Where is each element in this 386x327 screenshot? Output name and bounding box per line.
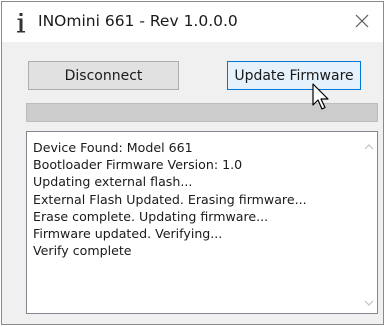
scroll-down-button[interactable] [360, 292, 377, 309]
close-icon [355, 13, 369, 32]
scroll-up-button[interactable] [360, 136, 377, 153]
info-icon [16, 12, 26, 34]
log-line: Verify complete [33, 243, 132, 259]
log-line: Device Found: Model 661 [33, 140, 193, 155]
log-output[interactable]: Device Found: Model 661 Bootloader Firmw… [26, 131, 378, 314]
log-line: Firmware updated. Verifying... [33, 226, 223, 242]
vertical-scrollbar[interactable] [360, 132, 377, 313]
log-lines: Device Found: Model 661 Bootloader Firmw… [33, 139, 355, 259]
chevron-down-icon [364, 291, 374, 310]
log-line: Updating external flash... [33, 174, 193, 190]
window-title: INOmini 661 - Rev 1.0.0.0 [38, 12, 238, 30]
close-button[interactable] [345, 6, 379, 38]
log-line: External Flash Updated. Erasing firmware… [33, 191, 307, 207]
title-bar[interactable]: INOmini 661 - Rev 1.0.0.0 [2, 2, 383, 42]
log-line: Erase complete. Updating firmware... [33, 208, 269, 224]
mouse-cursor-icon [311, 83, 333, 113]
update-firmware-button[interactable]: Update Firmware [227, 61, 361, 90]
disconnect-button[interactable]: Disconnect [28, 61, 179, 90]
log-line: Bootloader Firmware Version: 1.0 [33, 157, 243, 173]
dialog-window: INOmini 661 - Rev 1.0.0.0 Disconnect Upd… [1, 1, 384, 325]
chevron-up-icon [364, 135, 374, 154]
